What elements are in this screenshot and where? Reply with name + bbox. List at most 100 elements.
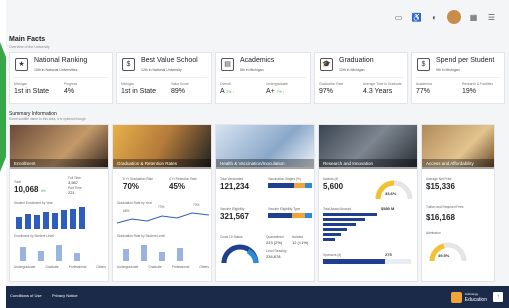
fact-title: Academics bbox=[240, 57, 275, 64]
kv-value: A 2% ↑ bbox=[220, 88, 234, 95]
line-series bbox=[117, 212, 209, 224]
stat-value: 321,567 bbox=[220, 212, 249, 221]
kv-label: Research & Facilities bbox=[462, 82, 493, 86]
kv-value: A+ 7% ↑ bbox=[266, 88, 288, 95]
terms-link[interactable]: Conditions of Use bbox=[10, 293, 42, 298]
footer: Conditions of Use Privacy Notice Antholo… bbox=[6, 286, 509, 308]
divider bbox=[416, 77, 500, 78]
academics-icon: ▤ bbox=[221, 58, 234, 71]
stat-label: Vaccine Eligibility bbox=[220, 207, 245, 211]
fact-title: National Ranking bbox=[34, 57, 88, 64]
grade-value: A+ bbox=[266, 88, 275, 95]
enrollment-card[interactable]: Enrollment Total 10,068 4% Full Time 3,5… bbox=[9, 124, 109, 282]
funding-bar bbox=[323, 233, 341, 236]
funding-bar bbox=[323, 228, 347, 231]
brand-logo: Anthology Education bbox=[450, 291, 487, 303]
chart-label: Vaccination Stages (%) bbox=[268, 177, 301, 181]
stat-value: $16,168 bbox=[426, 213, 455, 222]
grade-value: A bbox=[220, 88, 225, 95]
stat-label: Awards (#) bbox=[323, 177, 339, 181]
kv-label: Progress bbox=[64, 82, 78, 86]
year-bar bbox=[25, 213, 31, 229]
page-subtitle: Overview of the University bbox=[9, 45, 50, 49]
level-label: Graduate bbox=[45, 265, 59, 269]
accessibility-icon[interactable]: ♿ bbox=[411, 12, 422, 23]
level-bar bbox=[177, 248, 183, 261]
card-title: Research and Innovation bbox=[319, 159, 417, 169]
year-bar bbox=[52, 212, 58, 229]
fact-subtitle: 12th in Michigan bbox=[339, 68, 365, 72]
level-labels: Undergraduate Graduate Professional Others bbox=[14, 265, 106, 269]
fact-card-value[interactable]: $ Best Value School 12th in National Uni… bbox=[116, 52, 212, 104]
share-icon[interactable]: ▭ bbox=[393, 12, 404, 23]
kv-label: Michigan bbox=[121, 82, 135, 86]
card-title: Access and Affordability bbox=[422, 159, 494, 169]
graduation-card[interactable]: Graduation & Retention Rates 6 Yr Gradua… bbox=[112, 124, 212, 282]
point-label: 70% bbox=[193, 203, 200, 207]
kv-value: 89% bbox=[171, 88, 186, 95]
level-labels: Undergraduate Graduate Professional Others bbox=[117, 265, 209, 269]
stat-label: Isolated bbox=[292, 235, 304, 239]
kv-label: Average Time to Graduate bbox=[363, 82, 402, 86]
fact-card-graduation[interactable]: 🎓 Graduation 12th in Michigan Graduation… bbox=[314, 52, 408, 104]
graduation-icon: 🎓 bbox=[320, 58, 333, 71]
kv-value: 19% bbox=[462, 88, 477, 95]
kv-value: 1st in State bbox=[121, 88, 157, 95]
grid-icon[interactable]: ▦ bbox=[468, 12, 479, 23]
stat-label: Total Vaccinated bbox=[220, 177, 244, 181]
brand-text: Anthology Education bbox=[465, 291, 487, 303]
level-label: Others bbox=[199, 265, 209, 269]
funding-bar bbox=[323, 213, 377, 216]
fact-title: Spend per Student bbox=[436, 57, 495, 64]
total-value: 10,068 bbox=[14, 185, 39, 194]
divider bbox=[14, 77, 108, 78]
funding-bar bbox=[323, 218, 365, 221]
covid-status-gauge bbox=[221, 244, 259, 264]
fact-kv: Overall A 2% ↑ bbox=[220, 82, 234, 95]
access-card[interactable]: Access and Affordability Average Net Pri… bbox=[421, 124, 495, 282]
year-bar bbox=[16, 216, 22, 229]
delta: 2% ↑ bbox=[226, 90, 235, 94]
health-card[interactable]: Health & Vaccination/Inoculation Total V… bbox=[215, 124, 315, 282]
sponsors-bar bbox=[323, 259, 411, 264]
kv-label: Graduation Rate bbox=[319, 82, 344, 86]
graduation-level-chart bbox=[123, 241, 183, 261]
kv-value: 1st in State bbox=[14, 88, 50, 95]
fact-subtitle: 10th in National Universities bbox=[34, 68, 78, 72]
stat-value: 234,678 bbox=[266, 254, 281, 259]
level-label: Undergraduate bbox=[117, 265, 139, 269]
stat-value: $580 M bbox=[381, 206, 395, 211]
sponsor-segment bbox=[323, 259, 385, 264]
level-label: Undergraduate bbox=[14, 265, 36, 269]
fact-card-spend[interactable]: $ Spend per Student 9th in Michigan Acad… bbox=[411, 52, 505, 104]
kv-label: Michigan bbox=[14, 82, 28, 86]
anthology-logo-icon bbox=[450, 291, 462, 303]
fact-kv: Academics 77% bbox=[416, 82, 432, 95]
fact-kv: Michigan 1st in State bbox=[121, 82, 156, 95]
kv-label: Value Score bbox=[171, 82, 189, 86]
stat-value: 45% bbox=[169, 182, 186, 191]
scroll-top-icon[interactable]: ↑ bbox=[493, 292, 503, 302]
fact-card-academics[interactable]: ▤ Academics 5th in Michigan Overall A 2% … bbox=[215, 52, 311, 104]
research-card[interactable]: Research and Innovation Awards (#) 5,600… bbox=[318, 124, 418, 282]
privacy-link[interactable]: Privacy Notice bbox=[52, 293, 78, 298]
avatar[interactable] bbox=[447, 10, 461, 24]
stat-label: 6 Yr Graduation Rate bbox=[123, 177, 154, 181]
level-label: Others bbox=[96, 265, 106, 269]
contrast-icon[interactable]: ◐ bbox=[429, 12, 440, 23]
level-bar bbox=[141, 245, 147, 261]
year-bar bbox=[43, 211, 49, 229]
summary-cards: Enrollment Total 10,068 4% Full Time 3,5… bbox=[9, 124, 495, 282]
kv-label: Undergraduate bbox=[266, 82, 288, 86]
menu-icon[interactable]: ☰ bbox=[486, 12, 497, 23]
stat-label: Total bbox=[14, 180, 21, 184]
divider bbox=[121, 77, 207, 78]
level-label: Graduate bbox=[148, 265, 162, 269]
stage-segment bbox=[305, 183, 312, 188]
type-segment bbox=[305, 213, 312, 218]
fact-card-ranking[interactable]: ★ National Ranking 10th in National Univ… bbox=[9, 52, 113, 104]
stat-value: 221 bbox=[68, 190, 75, 195]
type-segment bbox=[268, 213, 293, 218]
fact-title: Best Value School bbox=[141, 57, 198, 64]
point-label: 68% bbox=[123, 209, 130, 213]
